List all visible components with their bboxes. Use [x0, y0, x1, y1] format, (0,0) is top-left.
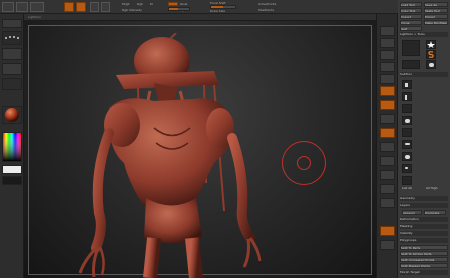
main-color-swatch[interactable]	[2, 165, 22, 174]
subtool-1-thumb[interactable]	[402, 80, 412, 89]
texture-select-button[interactable]	[2, 63, 22, 75]
actual-button[interactable]	[380, 74, 395, 84]
star-icon	[427, 41, 435, 48]
scale-button[interactable]	[380, 170, 395, 180]
rotate-button[interactable]	[380, 184, 395, 194]
paste-tool-button[interactable]: Paste Tool	[424, 8, 448, 13]
zoom-button[interactable]	[380, 62, 395, 72]
simplebrush-tool-thumb[interactable]	[426, 50, 436, 59]
mrgb-label[interactable]: Mrgb	[122, 3, 130, 6]
brush-select-button[interactable]	[2, 19, 22, 28]
persp-button[interactable]	[380, 86, 395, 96]
brush-cursor-inner-ring	[297, 156, 311, 170]
goz-button[interactable]: GoZ	[400, 26, 422, 31]
material-preview[interactable]	[2, 106, 22, 124]
spix-button[interactable]	[380, 38, 395, 48]
export-button[interactable]: Export	[424, 14, 448, 19]
polyf-button[interactable]	[380, 198, 395, 208]
color-picker[interactable]	[2, 132, 22, 162]
solo-button[interactable]	[380, 240, 395, 250]
left-shelf	[0, 14, 24, 278]
lightbox-menu-label[interactable]: Lightbox	[28, 16, 41, 19]
masking-section[interactable]: Masking	[400, 224, 448, 229]
append-button[interactable]: Append	[402, 210, 422, 215]
total-points-label: TotalPoints	[258, 8, 275, 12]
scale-mode-button[interactable]	[101, 2, 110, 12]
z-intensity-slider[interactable]	[168, 7, 190, 11]
brush-cursor	[282, 141, 326, 185]
floor-button[interactable]	[380, 100, 395, 110]
projection-master-button[interactable]	[2, 2, 14, 12]
transp-button[interactable]	[380, 226, 395, 236]
copy-tool-button[interactable]: Copy Tool	[400, 8, 422, 13]
split-to-parts-button[interactable]: Split To Parts	[400, 245, 448, 250]
draw-size-label[interactable]: Draw Size	[210, 10, 225, 13]
subtool-2-thumb[interactable]	[402, 92, 412, 101]
split-unmasked-points-button[interactable]: Split Unmasked Points	[400, 257, 448, 262]
dots-stroke-icon	[5, 36, 19, 39]
local-button[interactable]	[380, 114, 395, 124]
edit-mode-button[interactable]	[64, 2, 74, 12]
m-label[interactable]: M	[150, 3, 153, 6]
sculpted-creature-model[interactable]	[54, 33, 264, 278]
frame-button[interactable]	[380, 142, 395, 152]
canvas-header-bar: Lightbox	[0, 14, 376, 21]
move-button[interactable]	[380, 156, 395, 166]
color-picker-gradient	[3, 133, 21, 161]
import-button[interactable]: Import	[400, 14, 422, 19]
top-toolbar: Mrgb Rgb M Rgb Intensity Zsub Z Intensit…	[0, 0, 450, 14]
subtool-7-thumb[interactable]	[402, 152, 412, 161]
star-tool-thumb[interactable]	[426, 40, 436, 49]
subtool-6-thumb[interactable]	[402, 140, 412, 149]
duplicate-button[interactable]: Duplicate	[424, 210, 446, 215]
morph-target-section[interactable]: Morph Target	[400, 270, 448, 275]
material-sphere-icon	[5, 108, 19, 122]
active-points-label: ActivePoints	[258, 2, 277, 6]
visibility-section[interactable]: Visibility	[400, 231, 448, 236]
alpha-select-button[interactable]	[2, 48, 22, 60]
s-icon	[428, 51, 434, 58]
subtool-3-thumb[interactable]	[402, 104, 412, 113]
subtool-9-thumb[interactable]	[402, 176, 412, 185]
xyz-button[interactable]	[380, 128, 395, 138]
current-tool-thumb[interactable]	[402, 40, 420, 56]
subtool-4-thumb[interactable]	[402, 116, 412, 125]
lightbox-button[interactable]	[16, 2, 28, 12]
all-high-button[interactable]: All High	[426, 186, 446, 191]
load-tool-button[interactable]: Load Tool	[400, 2, 422, 7]
rgb-label[interactable]: Rgb	[137, 3, 143, 6]
subtool-5-thumb[interactable]	[402, 128, 412, 137]
geometry-section[interactable]: Geometry	[400, 196, 448, 201]
move-mode-button[interactable]	[90, 2, 99, 12]
split-masked-points-button[interactable]: Split Masked Points	[400, 263, 448, 268]
quick-sketch-button[interactable]	[30, 2, 44, 12]
subtool-header[interactable]: SubTool	[400, 72, 448, 77]
zsub-label[interactable]: Zsub	[180, 3, 187, 6]
lightbox-tools-header[interactable]: Lightbox > Tools	[400, 32, 448, 37]
tool-thumb-4[interactable]	[426, 60, 436, 69]
material-select-button[interactable]	[2, 78, 22, 90]
deformation-section[interactable]: Deformation	[400, 217, 448, 222]
split-to-similar-parts-button[interactable]: Split To Similar Parts	[400, 251, 448, 256]
tool-thumb-3[interactable]	[402, 60, 420, 69]
stroke-select-button[interactable]	[2, 31, 22, 45]
layers-section[interactable]: Layers	[400, 203, 448, 208]
scroll-button[interactable]	[380, 50, 395, 60]
clone-button[interactable]: Clone	[400, 20, 422, 25]
polygroups-section[interactable]: Polygroups	[400, 238, 448, 243]
zadd-button[interactable]	[168, 2, 178, 6]
bpr-button[interactable]	[380, 26, 395, 36]
list-all-button[interactable]: List All	[402, 186, 422, 191]
document-canvas[interactable]	[24, 21, 376, 278]
subtool-8-thumb[interactable]	[402, 164, 412, 173]
make-polymesh-button[interactable]: Make PolyMesh3D	[424, 20, 448, 25]
rgb-intensity-label[interactable]: Rgb Intensity	[122, 9, 142, 12]
draw-mode-button[interactable]	[76, 2, 86, 12]
secondary-color-swatch[interactable]	[2, 176, 22, 185]
right-shelf	[376, 14, 398, 278]
right-tray: Load Tool Save As Copy Tool Paste Tool I…	[398, 0, 450, 278]
save-as-button[interactable]: Save As	[424, 2, 448, 7]
